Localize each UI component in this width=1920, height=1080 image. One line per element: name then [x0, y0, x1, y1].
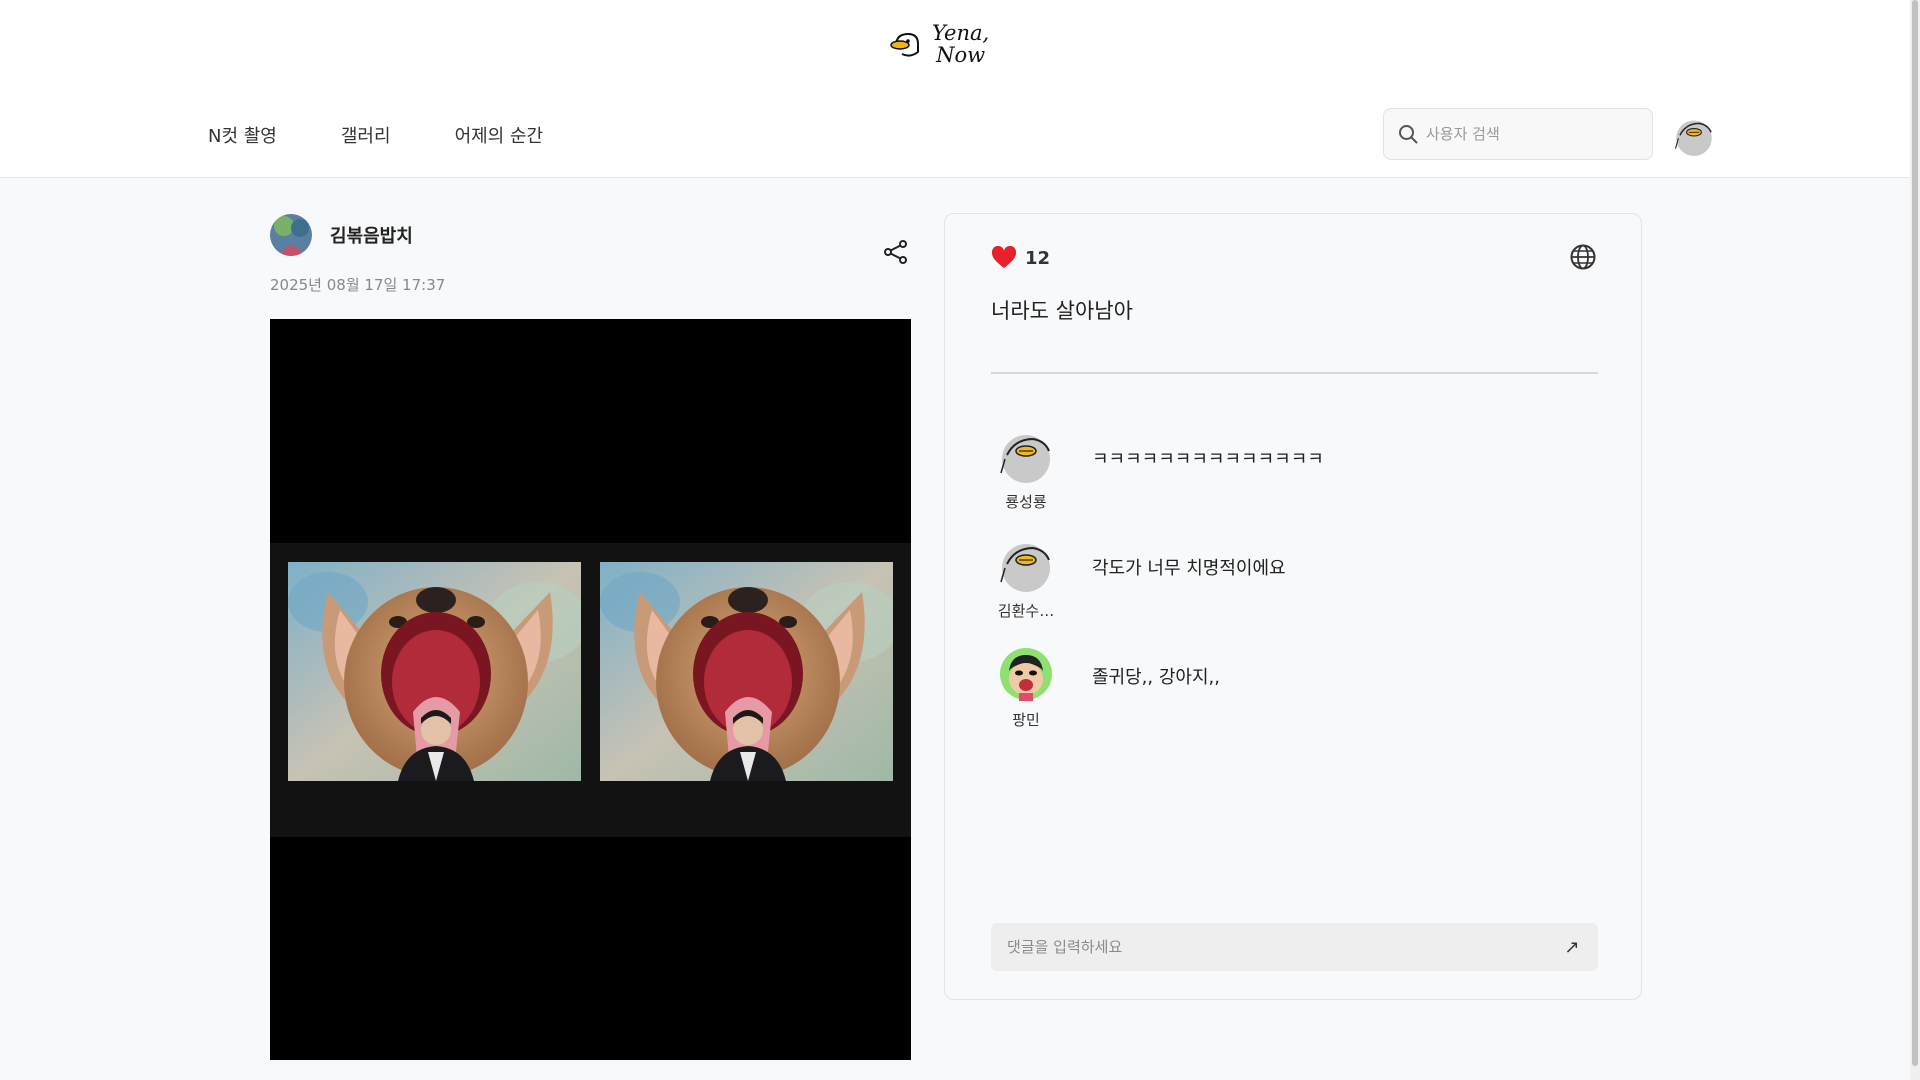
photo-frame [270, 319, 911, 1060]
duck-avatar-icon[interactable] [999, 429, 1053, 483]
post-author: 김볶음밥치 [270, 214, 413, 256]
post-date: 2025년 08월 17일 17:37 [270, 276, 446, 294]
divider [991, 372, 1598, 374]
main-nav: N컷 촬영 갤러리 어제의 순간 [208, 122, 543, 148]
author-avatar[interactable] [270, 214, 312, 256]
comment-user[interactable]: 룡성룡 [985, 491, 1067, 512]
logo-line-1: Yena, [932, 21, 990, 45]
comment-box: ↗ [991, 923, 1598, 971]
photo-cut-2 [600, 562, 893, 781]
author-avatar-image [270, 214, 312, 256]
logo-line-2: Now [936, 43, 986, 67]
comment-item: 팡민 졸귀당,, 강아지,, [985, 647, 1585, 730]
scrollbar-thumb[interactable] [1912, 0, 1918, 1066]
like-count: 12 [1025, 247, 1051, 269]
page-scrollbar[interactable] [1910, 0, 1920, 1080]
heart-icon[interactable] [991, 246, 1017, 270]
search-input[interactable] [1426, 125, 1636, 143]
search-icon [1399, 125, 1418, 144]
comment-text: ㅋㅋㅋㅋㅋㅋㅋㅋㅋㅋㅋㅋㅋㅋ [1092, 449, 1324, 470]
nav-item-ncut[interactable]: N컷 촬영 [208, 122, 277, 148]
comment-text: 졸귀당,, 강아지,, [1092, 667, 1220, 688]
logo-text: Yena, Now [932, 22, 989, 66]
user-search[interactable] [1383, 108, 1653, 160]
duck-avatar-icon[interactable] [999, 538, 1053, 592]
photo-cut-1 [288, 562, 581, 781]
photo-strip [270, 543, 911, 837]
globe-icon[interactable] [1569, 243, 1597, 271]
like-row: 12 [991, 246, 1050, 270]
nav-item-yesterday[interactable]: 어제의 순간 [455, 122, 544, 148]
nav-item-gallery[interactable]: 갤러리 [341, 122, 391, 148]
profile-avatar-icon[interactable] [1674, 116, 1714, 156]
comment-text: 각도가 너무 치명적이에요 [1092, 558, 1286, 579]
duck-logo-icon [890, 32, 919, 57]
send-arrow-icon[interactable]: ↗ [1562, 937, 1582, 958]
share-icon[interactable] [883, 239, 909, 265]
comment-item: 김환수… 각도가 너무 치명적이에요 [985, 538, 1585, 621]
post-detail-panel: 12 너라도 살아남아 룡성룡 ㅋㅋㅋㅋㅋㅋㅋㅋㅋㅋㅋㅋㅋㅋ 김환수… 각도가 … [944, 213, 1642, 1000]
cartoon-avatar-icon[interactable] [999, 647, 1053, 701]
comment-user[interactable]: 김환수… [985, 600, 1067, 621]
top-header: Yena, Now N컷 촬영 갤러리 어제의 순간 [0, 0, 1910, 178]
app-logo[interactable]: Yena, Now [890, 22, 989, 66]
author-name[interactable]: 김볶음밥치 [330, 222, 413, 248]
comment-input[interactable] [1007, 938, 1562, 956]
post-caption: 너라도 살아남아 [991, 299, 1133, 323]
comment-item: 룡성룡 ㅋㅋㅋㅋㅋㅋㅋㅋㅋㅋㅋㅋㅋㅋ [985, 429, 1585, 512]
comment-user[interactable]: 팡민 [985, 709, 1067, 730]
